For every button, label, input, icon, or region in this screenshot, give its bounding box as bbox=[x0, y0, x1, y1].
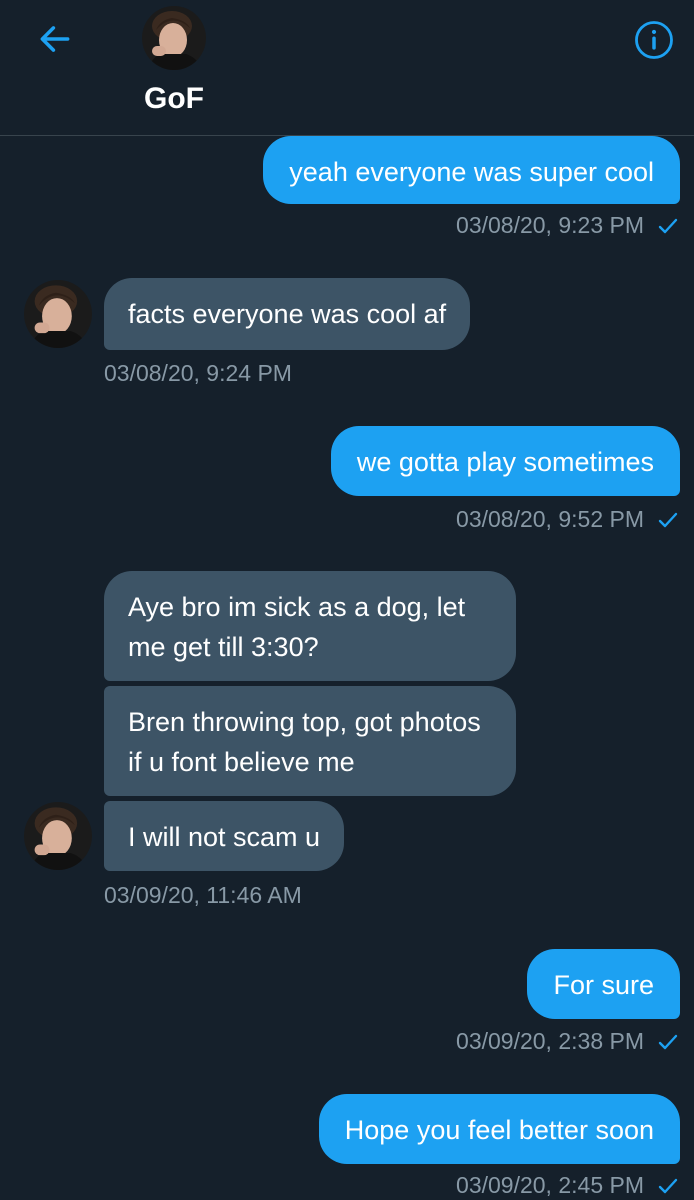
message-text: Aye bro im sick as a dog, let me get til… bbox=[128, 592, 466, 662]
message-timestamp: 03/08/20, 9:52 PM bbox=[456, 506, 644, 532]
message-timestamp: 03/09/20, 2:45 PM bbox=[456, 1172, 644, 1198]
message-bubble-outgoing[interactable]: For sure bbox=[527, 949, 680, 1019]
message-bubble-outgoing[interactable]: Hope you feel better soon bbox=[318, 1094, 680, 1164]
message-text: For sure bbox=[553, 970, 654, 1000]
message-bubble-incoming[interactable]: I will not scam u bbox=[104, 801, 345, 871]
read-check-icon bbox=[656, 508, 680, 532]
avatar[interactable] bbox=[142, 6, 206, 70]
info-circle-icon bbox=[635, 21, 673, 59]
message-bubble-incoming[interactable]: Aye bro im sick as a dog, let me get til… bbox=[104, 571, 516, 681]
avatar[interactable] bbox=[24, 280, 92, 348]
read-check-icon bbox=[656, 1174, 680, 1198]
message-meta: 03/09/20, 11:46 AM bbox=[104, 882, 302, 909]
message-text: yeah everyone was super cool bbox=[289, 157, 654, 187]
message-text: I will not scam u bbox=[128, 822, 321, 852]
message-bubble-outgoing[interactable]: yeah everyone was super cool bbox=[263, 136, 680, 204]
arrow-left-icon bbox=[40, 26, 70, 52]
message-text: Bren throwing top, got photos if u font … bbox=[128, 707, 481, 777]
message-timestamp: 03/08/20, 9:24 PM bbox=[104, 360, 292, 386]
message-meta: 03/09/20, 2:38 PM bbox=[456, 1028, 680, 1055]
read-check-icon bbox=[656, 1030, 680, 1054]
conversation-header: GoF bbox=[0, 0, 694, 136]
message-meta: 03/09/20, 2:45 PM bbox=[456, 1172, 680, 1199]
info-button[interactable] bbox=[632, 18, 676, 62]
avatar[interactable] bbox=[24, 802, 92, 870]
message-meta: 03/08/20, 9:24 PM bbox=[104, 360, 292, 387]
read-check-icon bbox=[656, 214, 680, 238]
message-timestamp: 03/09/20, 11:46 AM bbox=[104, 882, 302, 908]
message-text: facts everyone was cool af bbox=[128, 299, 447, 329]
message-meta: 03/08/20, 9:23 PM bbox=[456, 212, 680, 239]
message-bubble-incoming[interactable]: facts everyone was cool af bbox=[104, 278, 471, 350]
message-meta: 03/08/20, 9:52 PM bbox=[456, 506, 680, 533]
profile-photo-icon bbox=[24, 802, 92, 870]
back-button[interactable] bbox=[34, 18, 76, 60]
profile-photo-icon bbox=[24, 280, 92, 348]
message-text: Hope you feel better soon bbox=[344, 1115, 654, 1145]
message-bubble-outgoing[interactable]: we gotta play sometimes bbox=[330, 426, 680, 496]
profile-photo-icon bbox=[142, 6, 206, 70]
message-timestamp: 03/08/20, 9:23 PM bbox=[456, 212, 644, 238]
message-timestamp: 03/09/20, 2:38 PM bbox=[456, 1028, 644, 1054]
message-text: we gotta play sometimes bbox=[356, 447, 654, 477]
message-bubble-incoming[interactable]: Bren throwing top, got photos if u font … bbox=[104, 686, 516, 796]
conversation-name[interactable]: GoF bbox=[100, 82, 248, 116]
